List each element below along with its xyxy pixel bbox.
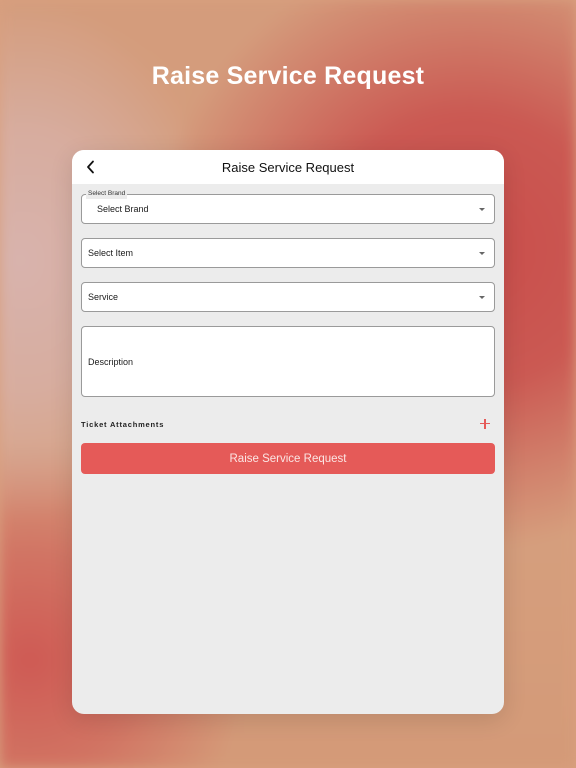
dropdown-caret-icon (479, 208, 485, 211)
dropdown-caret-icon (479, 296, 485, 299)
description-placeholder: Description (88, 356, 134, 367)
add-attachment-plus-icon[interactable] (477, 416, 493, 432)
back-button[interactable] (80, 156, 102, 178)
service-select[interactable]: Service (81, 282, 495, 312)
attachments-row: Ticket Attachments (81, 415, 495, 433)
brand-select-value: Select Brand (97, 204, 149, 214)
brand-select[interactable]: Select Brand Select Brand (81, 189, 495, 224)
promo-headline: Raise Service Request (151, 62, 425, 90)
item-select-placeholder: Select Item (88, 248, 134, 258)
app-window: Raise Service Request Select Brand Selec… (72, 150, 504, 714)
description-field[interactable]: Description (81, 326, 495, 397)
chevron-left-icon (87, 160, 94, 174)
navigation-bar: Raise Service Request (72, 150, 504, 184)
service-select-placeholder: Service (88, 292, 119, 302)
dropdown-caret-icon (479, 252, 485, 255)
item-select[interactable]: Select Item (81, 238, 495, 268)
service-request-form: Select Brand Select Brand Select Item Se… (72, 184, 504, 474)
attachments-label: Ticket Attachments (81, 419, 165, 429)
brand-select-label: Select Brand (86, 189, 128, 199)
page-title: Raise Service Request (221, 159, 355, 175)
raise-request-button[interactable]: Raise Service Request (81, 443, 495, 474)
